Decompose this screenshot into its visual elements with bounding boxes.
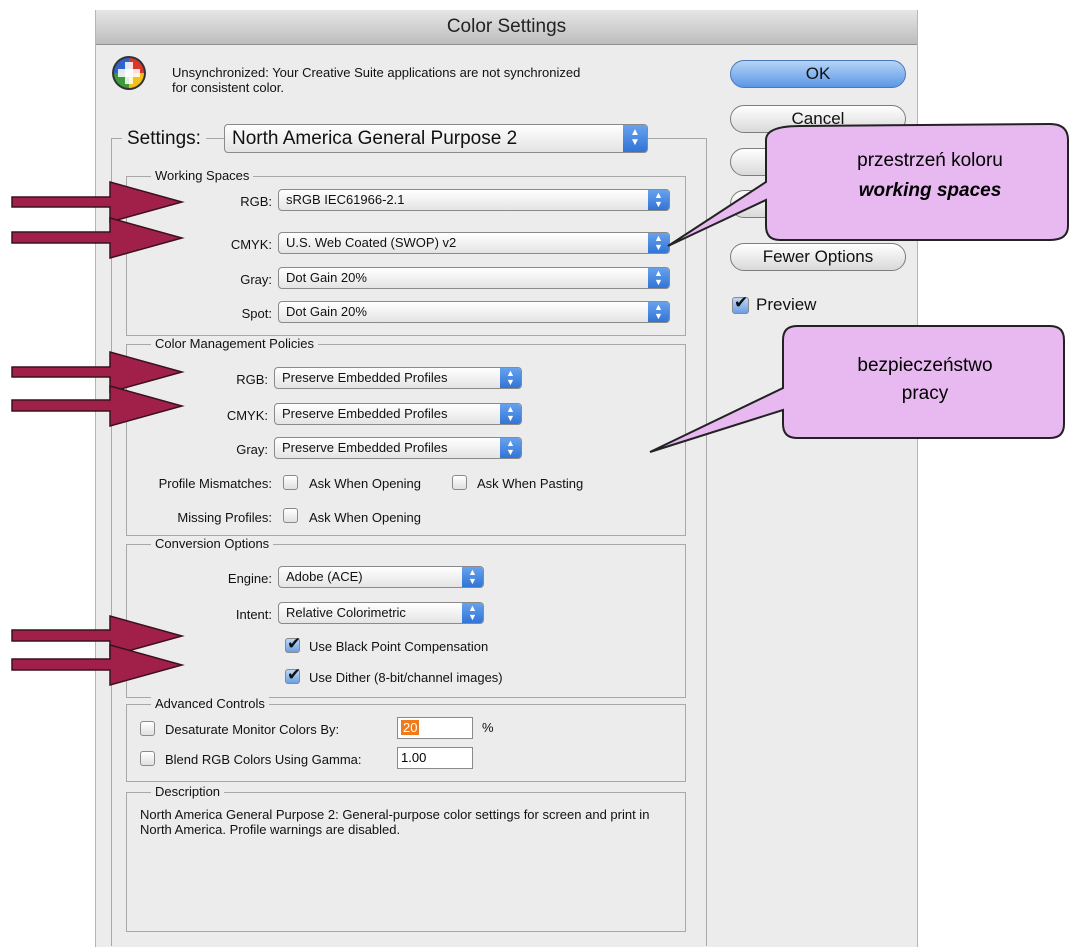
arrow-ws-rgb	[11, 181, 185, 223]
arrow-pol-cmyk	[11, 385, 185, 427]
arrow-ws-cmyk	[11, 217, 185, 259]
callout-pol-text-2: pracy	[901, 383, 949, 404]
callout-ws-text-2: working spaces	[858, 180, 1002, 201]
callout-ws-text-1: przestrzeń koloru	[857, 150, 1003, 171]
callout-pol-text-1: bezpieczeństwo	[857, 355, 993, 376]
arrow-pol-rgb	[11, 351, 185, 393]
annotation-overlay	[11, 122, 1069, 686]
arrow-black-point	[11, 615, 185, 657]
arrow-dither	[11, 644, 185, 686]
